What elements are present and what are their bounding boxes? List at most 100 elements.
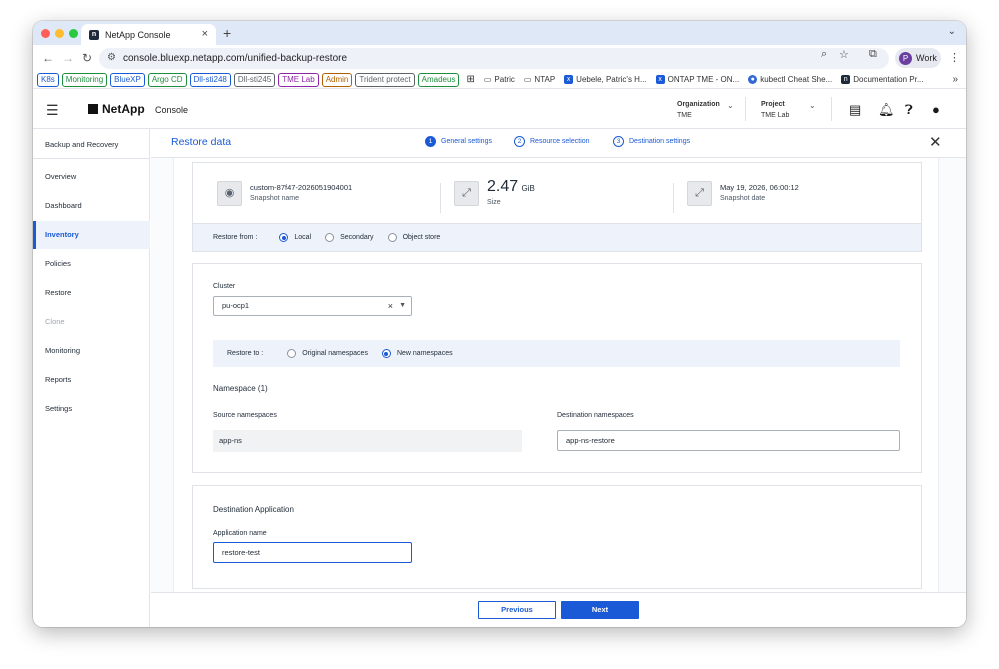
bookmark-link[interactable]: x ONTAP TME - ON... — [655, 75, 739, 84]
user-icon[interactable]: ● — [932, 102, 940, 117]
radio-selected-icon — [279, 233, 289, 242]
step-destination-settings[interactable]: 3 Destination settings — [613, 136, 690, 147]
restore-to-label: Restore to : — [227, 350, 264, 357]
bell-icon[interactable]: 🔔︎ — [878, 102, 895, 118]
step-general-settings[interactable]: 1 General settings — [425, 136, 492, 147]
bookmark-label: kubectl Cheat She... — [760, 75, 833, 84]
clear-icon[interactable]: × — [388, 297, 393, 315]
reload-icon[interactable]: ↻ — [82, 51, 92, 65]
extensions-icon[interactable]: ⧉ — [869, 48, 877, 61]
restore-to-new-radio[interactable]: New namespaces — [381, 349, 453, 358]
bookmark-label: Uebele, Patric's H... — [576, 75, 647, 84]
new-tab-icon[interactable]: + — [223, 25, 231, 41]
project-selector[interactable]: Project TME Lab ⌄ — [761, 99, 821, 121]
sidebar-item-settings[interactable]: Settings — [33, 395, 150, 423]
minimize-window-button[interactable] — [55, 29, 64, 38]
bookmark-star-icon[interactable]: ☆ — [839, 48, 849, 61]
more-bookmarks-icon[interactable]: » — [952, 74, 958, 85]
sidebar-item-overview[interactable]: Overview — [33, 163, 150, 191]
restore-from-secondary-radio[interactable]: Secondary — [325, 233, 374, 242]
cluster-value: pu-ocp1 — [222, 301, 250, 310]
maximize-window-button[interactable] — [69, 29, 78, 38]
bookmark-chip[interactable]: Monitoring — [61, 72, 108, 87]
snapshot-size-value: 2.47 — [487, 178, 519, 195]
sidebar-item-inventory[interactable]: Inventory — [33, 221, 150, 249]
browser-menu-icon[interactable]: ⋮ — [949, 51, 960, 64]
zoom-icon[interactable]: ⌕ — [821, 48, 827, 61]
application-name-label: Application name — [213, 530, 267, 537]
bookmark-chip[interactable]: Admin — [321, 72, 353, 87]
sidebar-item-dashboard[interactable]: Dashboard — [33, 192, 150, 220]
next-button[interactable]: Next — [561, 601, 639, 619]
bookmark-chip[interactable]: BlueXP — [110, 72, 145, 87]
step-resource-selection[interactable]: 2 Resource selection — [514, 136, 590, 147]
sidebar-item-restore[interactable]: Restore — [33, 279, 150, 307]
snapshot-name-block: ◉ custom-87f47-2026051904001 Snapshot na… — [217, 163, 376, 223]
snapshot-summary-card: ◉ custom-87f47-2026051904001 Snapshot na… — [192, 162, 922, 252]
hamburger-menu-icon[interactable]: ☰ — [46, 102, 59, 119]
sidebar-item-reports[interactable]: Reports — [33, 366, 150, 394]
workload-icon[interactable]: ▤ — [849, 102, 861, 118]
summary-divider — [440, 183, 441, 213]
summary-divider — [673, 183, 674, 213]
bookmark-link[interactable]: n Documentation Pr... — [841, 75, 924, 84]
restore-from-object-store-radio[interactable]: Object store — [387, 233, 440, 242]
destination-cluster-card: Cluster pu-ocp1 × ▼ Restore to : Origina… — [192, 263, 922, 473]
bookmark-link[interactable]: ● kubectl Cheat She... — [748, 75, 832, 84]
bookmark-folder[interactable]: ▭ Patric — [484, 75, 515, 84]
radio-label: Local — [294, 234, 312, 241]
header-divider — [745, 97, 746, 121]
browser-tab[interactable]: n NetApp Console × — [81, 24, 216, 45]
close-window-button[interactable] — [41, 29, 50, 38]
radio-label: Secondary — [340, 234, 374, 241]
bookmark-chip[interactable]: K8s — [37, 72, 59, 87]
console-label: Console — [155, 105, 189, 115]
organization-value: TME — [677, 112, 692, 119]
page-title: Restore data — [171, 136, 232, 148]
address-bar[interactable]: ⚙ console.bluexp.netapp.com/unified-back… — [99, 48, 889, 69]
sidebar-item-policies[interactable]: Policies — [33, 250, 150, 278]
profile-button[interactable]: P Work — [895, 48, 941, 68]
namespace-section-title: Namespace (1) — [213, 384, 268, 393]
restore-to-original-radio[interactable]: Original namespaces — [287, 349, 368, 358]
back-arrow-icon[interactable]: ← — [42, 51, 54, 65]
application-name-input[interactable] — [213, 542, 412, 563]
bookmark-label: NTAP — [534, 75, 556, 84]
logo-text: NetApp — [102, 102, 145, 116]
apps-grid-icon[interactable]: ⊞ — [466, 74, 474, 85]
camera-icon: ◉ — [217, 180, 242, 206]
close-tab-icon[interactable]: × — [202, 28, 208, 40]
bookmark-chip[interactable]: Amadeus — [417, 72, 460, 87]
restore-from-local-radio[interactable]: Local — [279, 233, 311, 242]
radio-unselected-icon — [387, 233, 397, 242]
bookmark-chip[interactable]: TME Lab — [278, 72, 319, 87]
organization-selector[interactable]: Organization TME ⌄ — [677, 99, 737, 121]
chevron-down-icon[interactable]: ▼ — [399, 297, 406, 315]
source-namespace-value: app-ns — [213, 430, 522, 452]
sidebar-item-monitoring[interactable]: Monitoring — [33, 337, 150, 365]
tab-search-chevron-icon[interactable]: ⌄ — [948, 26, 956, 37]
destination-application-card: Destination Application Application name — [192, 485, 922, 589]
snapshot-date-value: May 19, 2026, 06:00:12 — [720, 183, 799, 192]
bookmark-chip[interactable]: Dll-sti245 — [233, 72, 276, 87]
bookmark-chip[interactable]: Trident protect — [355, 72, 415, 87]
site-info-icon[interactable]: ⚙ — [107, 52, 116, 63]
bookmark-folder[interactable]: ▭ NTAP — [524, 75, 555, 84]
bookmark-chip[interactable]: Dll-sti248 — [189, 72, 231, 87]
cluster-select[interactable]: pu-ocp1 × ▼ — [213, 296, 412, 316]
bookmark-label: Documentation Pr... — [853, 75, 924, 84]
profile-avatar: P — [899, 51, 912, 65]
sidebar: Backup and Recovery Overview Dashboard I… — [33, 129, 150, 627]
destination-namespace-input[interactable] — [557, 430, 900, 451]
forward-arrow-icon[interactable]: → — [62, 51, 74, 65]
close-wizard-icon[interactable]: ✕ — [929, 133, 942, 151]
tab-title: NetApp Console — [105, 29, 171, 40]
help-icon[interactable]: ❓︎ — [905, 102, 913, 118]
netapp-logo[interactable]: NetApp — [88, 102, 145, 116]
bookmark-link[interactable]: x Uebele, Patric's H... — [564, 75, 647, 84]
previous-button[interactable]: Previous — [478, 601, 556, 619]
cluster-label: Cluster — [213, 283, 236, 290]
bookmark-chip[interactable]: Argo CD — [147, 72, 187, 87]
wizard-header: Restore data 1 General settings 2 Resour… — [151, 129, 966, 158]
restore-from-label: Restore from : — [213, 234, 258, 241]
